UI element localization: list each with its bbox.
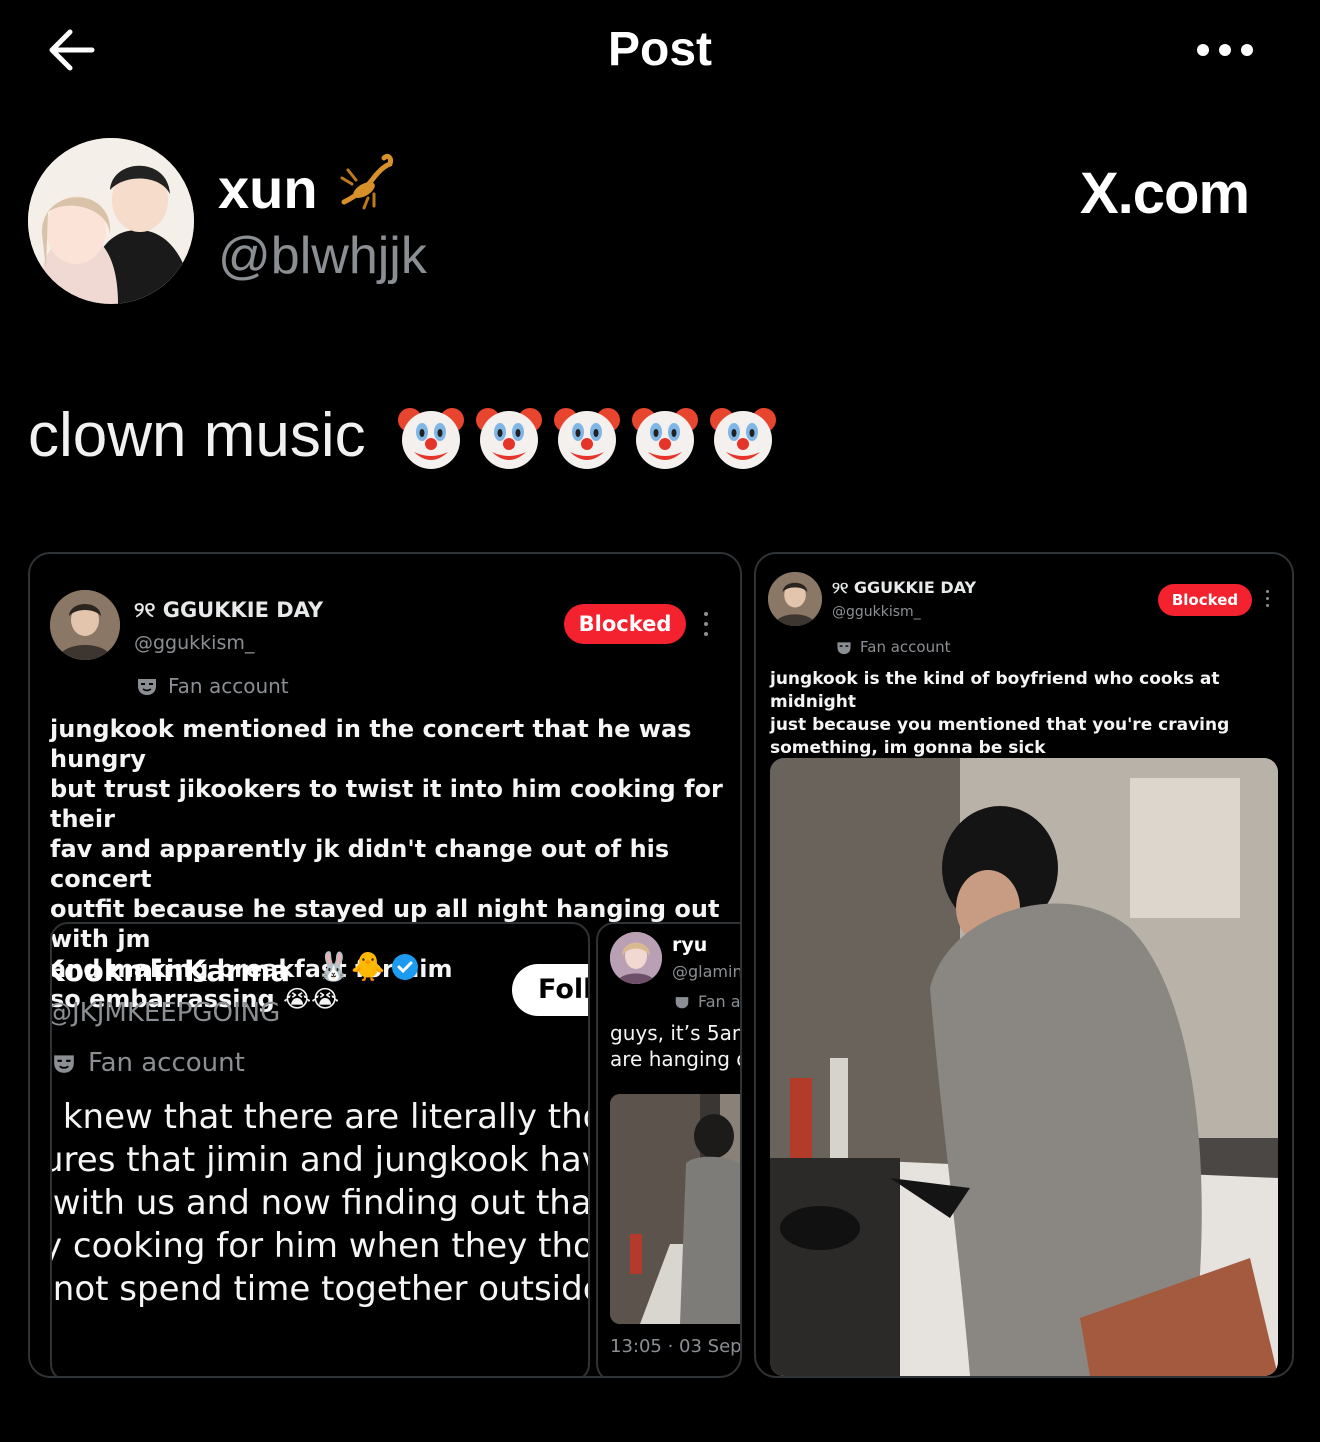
clown-face-icon bbox=[398, 408, 464, 469]
timestamp: 13:05 · 03 Sept bbox=[610, 1336, 742, 1357]
mask-icon bbox=[138, 679, 156, 695]
mask-icon bbox=[675, 996, 689, 1008]
avatar-illustration bbox=[28, 138, 194, 304]
more-vertical-icon bbox=[702, 612, 710, 638]
quote-author-name: KookminKarma bbox=[50, 954, 291, 988]
fan-account-text: Fan a bbox=[698, 992, 741, 1011]
name-emoji-text: 🐰🐥 bbox=[316, 951, 386, 982]
more-horizontal-icon bbox=[1197, 44, 1209, 56]
tweet-author-handle: @ggukkism_ bbox=[832, 604, 921, 620]
quoted-tweet-2[interactable]: ryu @glamink Fan a guys, it’s 5am are ha… bbox=[596, 922, 742, 1376]
quote-author-name: ryu bbox=[672, 934, 708, 956]
scorpion-emoji bbox=[334, 150, 400, 216]
mask-icon bbox=[54, 1055, 74, 1073]
avatar bbox=[50, 590, 120, 660]
display-name[interactable]: xun bbox=[218, 156, 318, 221]
post-text: clown music bbox=[28, 401, 366, 470]
fan-account-text: Fan account bbox=[88, 1048, 245, 1078]
quote-author-handle: @JKJMKEEPGOING bbox=[50, 998, 281, 1028]
media-right[interactable]: ୨୧ GGUKKIE DAY @ggukkism_ Blocked Fan ac… bbox=[754, 552, 1294, 1378]
quote-body: guys, it’s 5am are hanging ou bbox=[610, 1021, 740, 1071]
page-title: Post bbox=[607, 23, 712, 76]
blocked-badge: Blocked bbox=[564, 604, 686, 644]
avatar[interactable] bbox=[28, 138, 194, 304]
verified-badge-icon bbox=[391, 953, 418, 980]
avatar bbox=[610, 932, 662, 984]
follow-button[interactable]: Foll bbox=[512, 964, 588, 1016]
fan-account-label: Fan account bbox=[136, 674, 289, 698]
more-vertical-icon bbox=[1264, 590, 1270, 610]
quoted-tweet[interactable]: KookminKarma 🐰🐥 Foll @JKJMKEEPGOING Fan … bbox=[50, 922, 590, 1376]
fan-account-text: Fan account bbox=[168, 674, 289, 698]
author-handle[interactable]: @blwhjjk bbox=[218, 226, 427, 286]
fan-account-text: Fan account bbox=[860, 638, 951, 656]
tweet-author-name: ୨୧ GGUKKIE DAY bbox=[134, 598, 324, 622]
quote-body: I knew that there are literally thous ur… bbox=[52, 1097, 590, 1309]
quote-author-handle: @glamink bbox=[672, 962, 742, 981]
clown-face-icon bbox=[632, 408, 698, 469]
watermark-text: X.com bbox=[1080, 161, 1250, 226]
clown-face-icon bbox=[554, 408, 620, 469]
tweet-author-handle: @ggukkism_ bbox=[134, 632, 255, 654]
clown-face-icon bbox=[476, 408, 542, 469]
fan-account-label: Fan account bbox=[52, 1048, 245, 1078]
tweet-body: jungkook is the kind of boyfriend who co… bbox=[770, 669, 1230, 758]
clown-emoji-row bbox=[396, 402, 778, 472]
tweet-author-name: ୨୧ GGUKKIE DAY bbox=[832, 578, 977, 597]
tweet-photo[interactable] bbox=[770, 758, 1278, 1376]
tweet-photo[interactable] bbox=[610, 1094, 740, 1324]
media-left[interactable]: ୨୧ GGUKKIE DAY @ggukkism_ Blocked Fan ac… bbox=[28, 552, 742, 1378]
blocked-badge: Blocked bbox=[1158, 584, 1252, 616]
quote-name-emoji: 🐰🐥 bbox=[316, 950, 420, 983]
avatar bbox=[768, 572, 822, 626]
fan-account-label: Fan account bbox=[836, 638, 950, 656]
fan-account-label: Fan a bbox=[674, 992, 741, 1011]
more-options-button[interactable] bbox=[1190, 36, 1260, 64]
clown-face-icon bbox=[710, 408, 776, 469]
mask-icon bbox=[837, 641, 851, 654]
